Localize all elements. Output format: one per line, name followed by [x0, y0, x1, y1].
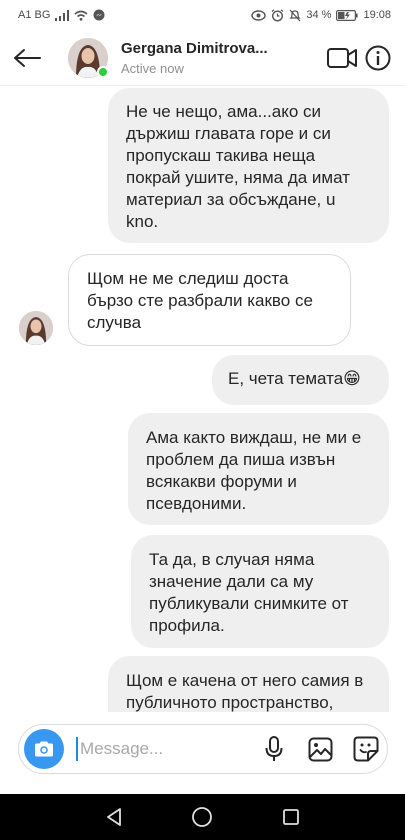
chat-header: Gergana Dimitrova... Active now — [0, 30, 405, 86]
message-bubble-sent[interactable]: Ама както виждаш, не ми е проблем да пиш… — [128, 413, 389, 525]
camera-button[interactable] — [24, 729, 64, 769]
sticker-icon — [353, 736, 379, 762]
message-text: Не че нещо, ама...ако си държиш главата … — [126, 102, 350, 231]
video-call-button[interactable] — [327, 44, 357, 72]
square-recents-icon — [282, 809, 299, 825]
message-bubble-sent[interactable]: Щом е качена от него самия в публичното … — [108, 656, 389, 712]
sticker-button[interactable] — [353, 735, 379, 763]
message-bubble-sent[interactable]: Не че нещо, ама...ако си държиш главата … — [108, 88, 389, 243]
online-status-dot — [97, 65, 109, 78]
gallery-button[interactable] — [307, 735, 333, 763]
video-camera-icon — [327, 48, 357, 68]
message-bubble-sent[interactable]: Та да, в случая няма значение дали са му… — [131, 535, 389, 648]
wifi-icon — [74, 10, 88, 21]
message-bubble-received[interactable]: Щом не ме следиш доста бързо сте разбрал… — [68, 254, 351, 346]
triangle-back-icon — [107, 808, 122, 826]
composer-actions — [261, 735, 379, 763]
microphone-icon — [265, 736, 283, 761]
image-icon — [308, 737, 332, 761]
camera-icon — [35, 741, 53, 757]
contact-avatar[interactable] — [68, 37, 109, 78]
carrier-label: A1 BG — [18, 9, 51, 21]
voice-message-button[interactable] — [261, 735, 287, 763]
system-nav-bar — [0, 794, 405, 840]
status-bar: A1 BG 34 % 19:08 — [0, 0, 405, 30]
back-arrow-icon — [14, 48, 41, 67]
nav-home-button[interactable] — [187, 802, 217, 832]
message-text: Е, чета темата😁 — [228, 369, 361, 388]
alarm-icon — [272, 8, 284, 22]
battery-percent: 34 % — [306, 9, 332, 21]
status-left: A1 BG — [18, 9, 105, 21]
message-text: Щом е качена от него самия в публичното … — [126, 671, 364, 712]
clock: 19:08 — [363, 9, 391, 21]
eye-comfort-icon — [251, 9, 267, 21]
circle-home-icon — [192, 807, 213, 827]
info-icon — [365, 45, 391, 71]
message-composer — [18, 724, 388, 774]
message-text: Та да, в случая няма значение дали са му… — [149, 550, 349, 635]
signal-icon — [55, 9, 70, 21]
message-input[interactable] — [76, 737, 226, 761]
battery-icon — [336, 9, 359, 21]
info-button[interactable] — [364, 44, 392, 72]
message-text: Щом не ме следиш доста бързо сте разбрал… — [87, 269, 313, 332]
sender-avatar[interactable] — [19, 311, 53, 345]
nav-recents-button[interactable] — [276, 802, 306, 832]
messenger-notification-icon — [93, 9, 105, 21]
message-bubble-sent[interactable]: Е, чета темата😁 — [212, 355, 389, 405]
message-text: Ама както виждаш, не ми е проблем да пиш… — [146, 428, 362, 513]
contact-title[interactable]: Gergana Dimitrova... Active now — [121, 40, 281, 76]
contact-name: Gergana Dimitrova... — [121, 39, 268, 57]
nav-back-button[interactable] — [99, 802, 129, 832]
status-right: 34 % 19:08 — [251, 8, 391, 22]
back-button[interactable] — [0, 30, 54, 86]
contact-status: Active now — [121, 60, 184, 76]
message-thread[interactable]: Не че нещо, ама...ако си държиш главата … — [0, 86, 405, 712]
mute-icon — [289, 9, 301, 21]
